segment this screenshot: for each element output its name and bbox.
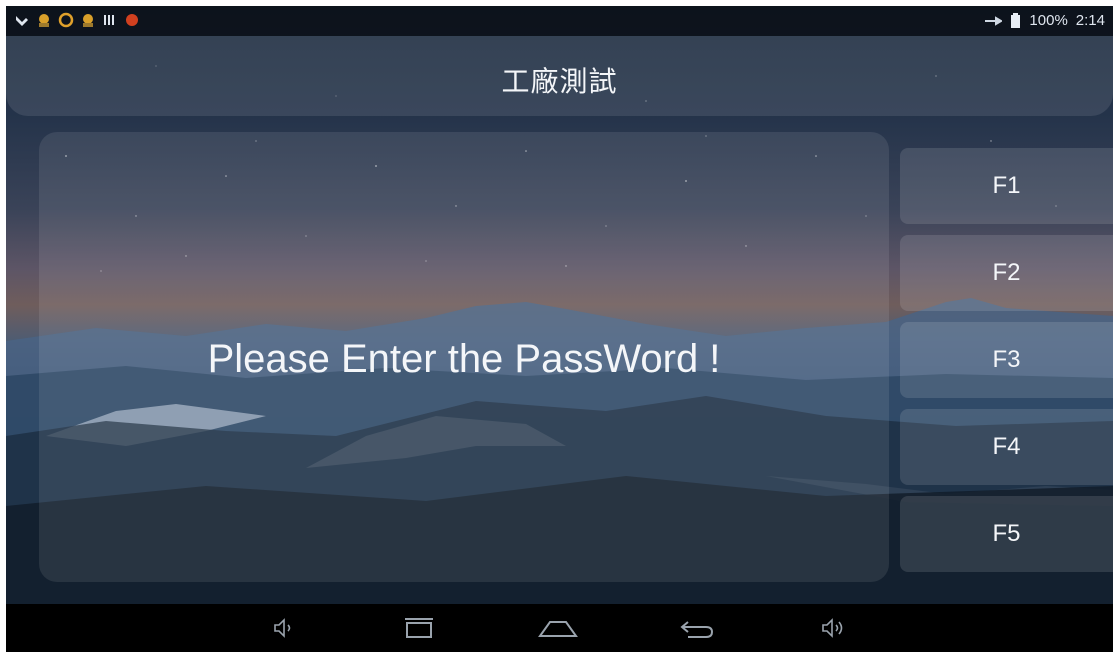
f2-button[interactable]: F2	[900, 235, 1113, 311]
sync-icon	[58, 12, 74, 28]
record-icon	[126, 14, 138, 26]
android-icon	[83, 14, 93, 27]
battery-percent: 100%	[1029, 12, 1068, 29]
back-icon[interactable]	[678, 614, 718, 642]
barcode-icon	[104, 15, 114, 25]
android-icon	[39, 14, 49, 27]
home-icon[interactable]	[536, 614, 580, 642]
device-screen: 100% 2:14 工廠測試 Please Enter the PassWord…	[6, 6, 1113, 652]
password-panel[interactable]: Please Enter the PassWord !	[39, 132, 889, 582]
notification-icons	[14, 12, 140, 28]
status-bar: 100% 2:14	[6, 6, 1113, 36]
page-title: 工廠測試	[501, 65, 618, 98]
recent-apps-icon[interactable]	[399, 614, 439, 642]
f3-button[interactable]: F3	[900, 322, 1113, 398]
f4-button[interactable]: F4	[900, 409, 1113, 485]
system-indicators: 100% 2:14	[984, 12, 1105, 29]
volume-down-icon[interactable]	[270, 614, 298, 642]
clock: 2:14	[1075, 12, 1105, 29]
navigation-bar	[6, 604, 1113, 652]
battery-icon	[1011, 12, 1021, 28]
usb-icon	[985, 15, 1003, 26]
f5-button[interactable]: F5	[900, 496, 1113, 572]
header-bar: 工廠測試	[6, 36, 1113, 116]
f1-button[interactable]: F1	[900, 148, 1113, 224]
volume-up-icon[interactable]	[818, 614, 850, 642]
password-prompt: Please Enter the PassWord !	[207, 337, 721, 381]
tool-icon	[16, 16, 28, 26]
